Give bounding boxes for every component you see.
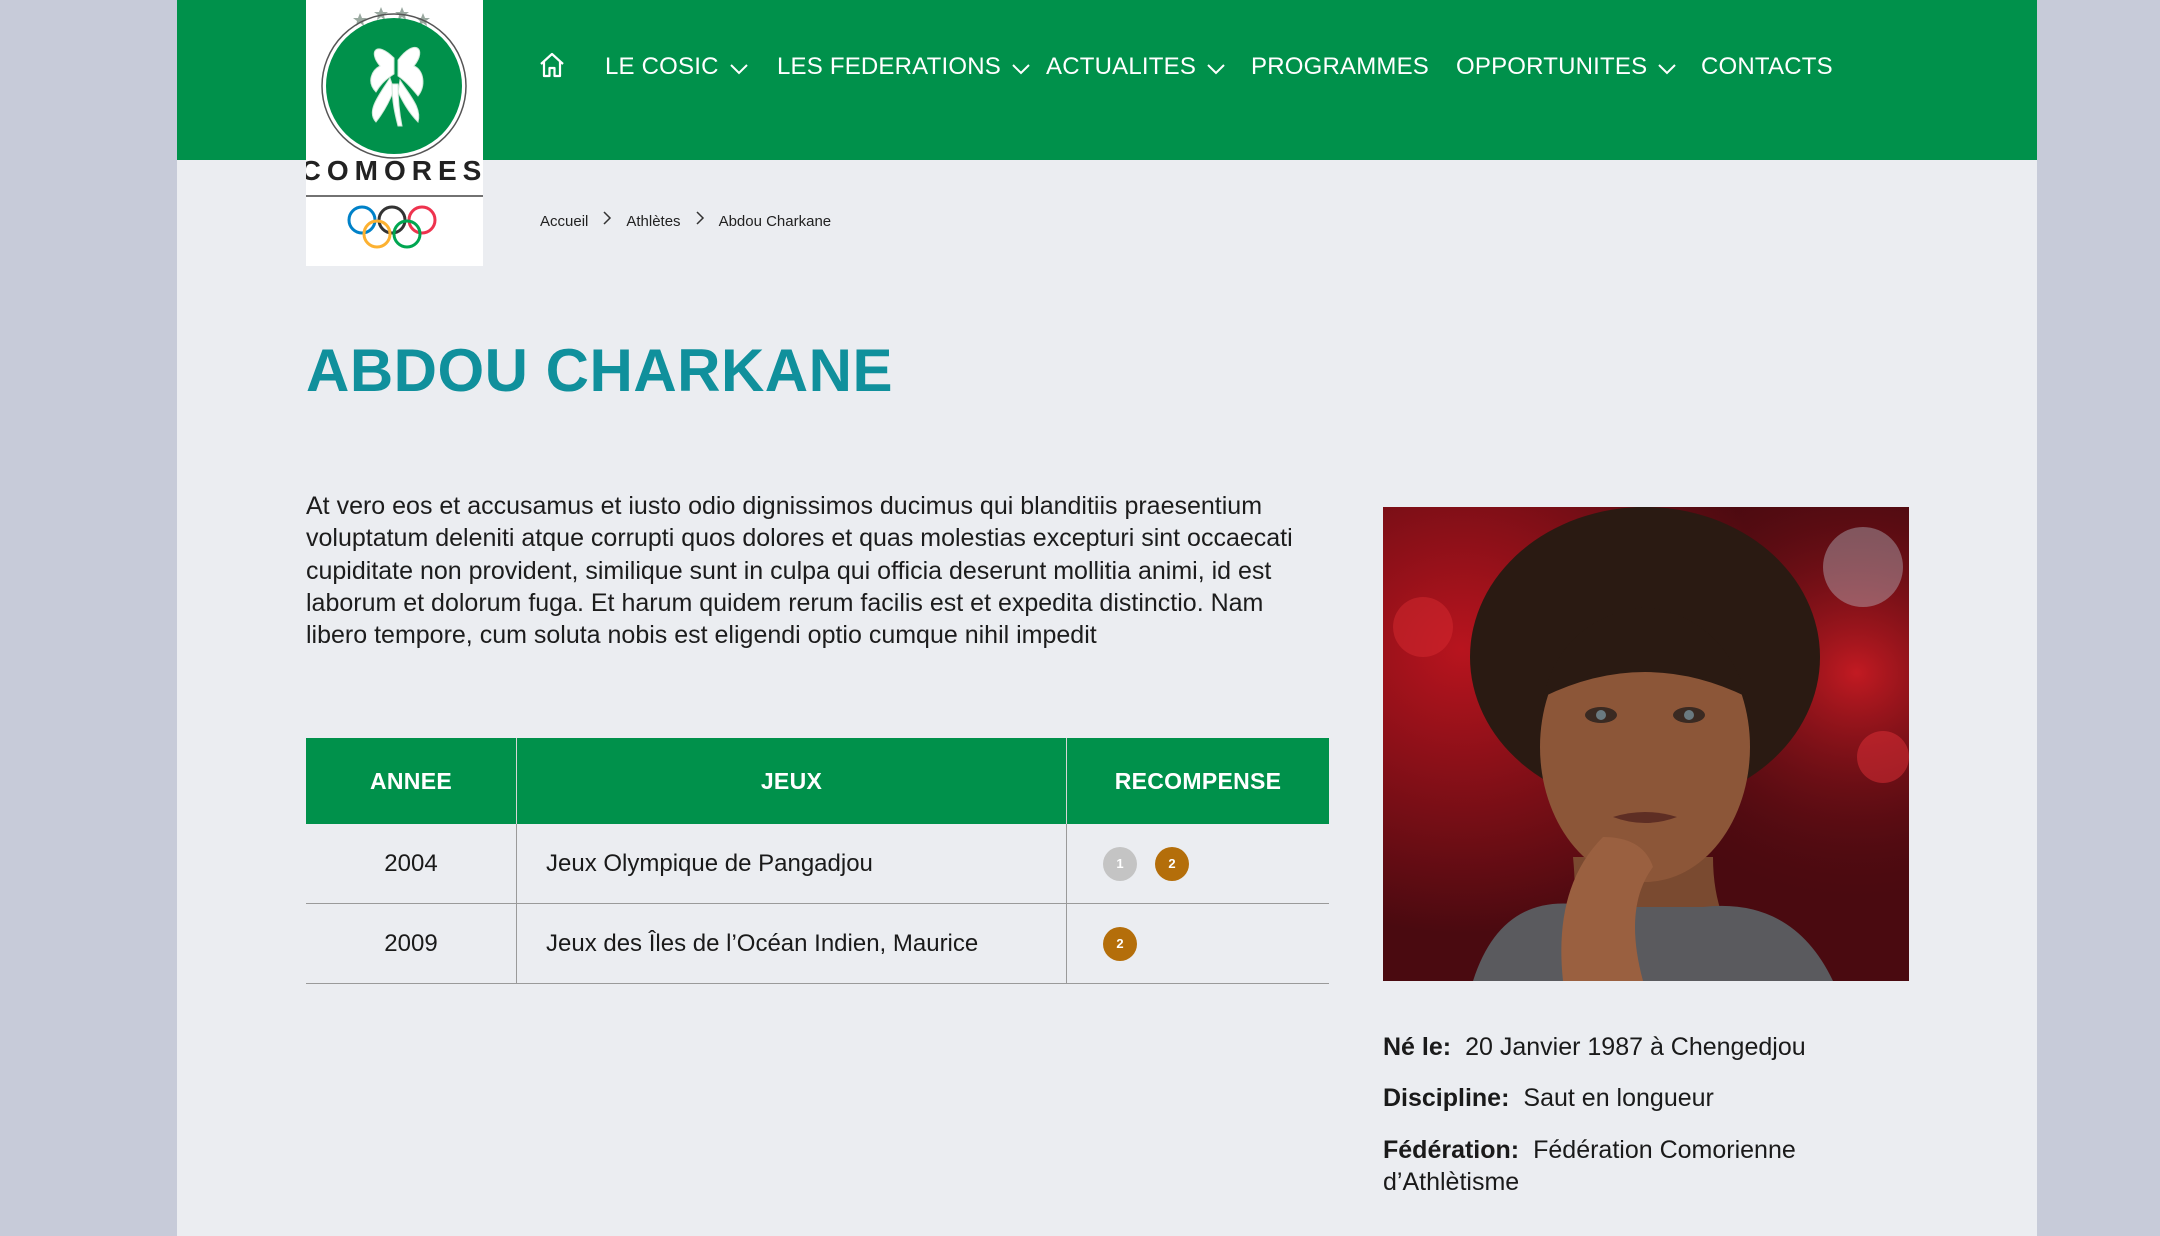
table-header-row: ANNEE JEUX RECOMPENSE	[306, 738, 1329, 824]
nav-item-label: PROGRAMMES	[1251, 53, 1430, 80]
federation-label: Fédération:	[1383, 1136, 1520, 1164]
chevron-down-icon	[1206, 51, 1226, 85]
awards-table: ANNEE JEUX RECOMPENSE 2004 Jeux Olympiqu…	[306, 738, 1329, 984]
nav-item-label: ACTUALITES	[1046, 53, 1197, 80]
nav-item-actualites[interactable]: ACTUALITES	[1046, 50, 1226, 84]
nav-item-programmes[interactable]: PROGRAMMES	[1251, 50, 1429, 84]
chevron-down-icon	[1011, 51, 1031, 85]
header-jeux: JEUX	[516, 738, 1067, 824]
table-row: 2004 Jeux Olympique de Pangadjou 12	[306, 824, 1329, 904]
page-title: ABDOU CHARKANE	[306, 337, 893, 404]
chevron-down-icon	[729, 51, 749, 85]
nav-item-label: OPPORTUNITES	[1456, 53, 1648, 80]
breadcrumb: Accueil Athlètes Abdou Charkane	[540, 210, 831, 234]
athlete-photo	[1383, 507, 1909, 981]
games-cell: Jeux Olympique de Pangadjou	[516, 824, 1067, 904]
nav-item-contacts[interactable]: CONTACTS	[1701, 50, 1833, 84]
nav-item-le-cosic[interactable]: LE COSIC	[605, 50, 749, 84]
silver-medal-badge: 1	[1103, 846, 1137, 881]
federation-info: Fédération: Fédération Comorienne d’Athlè…	[1383, 1134, 1853, 1198]
athlete-bio: At vero eos et accusamus et iusto odio d…	[306, 492, 1293, 650]
nav-item-label: LES FEDERATIONS	[777, 53, 1001, 80]
discipline-value: Saut en longueur	[1523, 1084, 1714, 1112]
chevron-down-icon	[1657, 51, 1677, 85]
nav-item-label: LE COSIC	[605, 53, 719, 80]
discipline-info: Discipline: Saut en longueur	[1383, 1082, 1853, 1114]
born-info: Né le: 20 Janvier 1987 à Chengedjou	[1383, 1031, 1853, 1063]
born-value: 20 Janvier 1987 à Chengedjou	[1465, 1033, 1806, 1061]
breadcrumb-athletes[interactable]: Athlètes	[626, 213, 680, 230]
chevron-right-icon	[602, 210, 612, 234]
chevron-right-icon	[695, 210, 705, 234]
discipline-label: Discipline:	[1383, 1084, 1510, 1112]
breadcrumb-accueil[interactable]: Accueil	[540, 213, 588, 230]
year-cell: 2009	[306, 903, 517, 984]
table-row: 2009 Jeux des Îles de l’Océan Indien, Ma…	[306, 903, 1329, 984]
breadcrumb-current: Abdou Charkane	[718, 213, 832, 230]
header-annee: ANNEE	[306, 738, 517, 824]
nav-item-label: CONTACTS	[1701, 53, 1833, 80]
cosic-logo[interactable]: COMORES	[306, 0, 483, 266]
bronze-medal-badge: 2	[1155, 846, 1189, 881]
home-icon[interactable]	[537, 50, 567, 80]
games-cell: Jeux des Îles de l’Océan Indien, Maurice	[516, 903, 1067, 984]
page: LE COSIC LES FEDERATIONS ACTUALITES PROG…	[177, 0, 2037, 1236]
bronze-medal-badge: 2	[1103, 926, 1137, 961]
nav-item-les-federations[interactable]: LES FEDERATIONS	[777, 50, 1031, 84]
nav-item-opportunites[interactable]: OPPORTUNITES	[1456, 50, 1677, 84]
born-label: Né le:	[1383, 1033, 1452, 1061]
award-cell: 2	[1066, 903, 1329, 984]
header-recompense: RECOMPENSE	[1066, 738, 1329, 824]
logo-text: COMORES	[306, 155, 483, 186]
year-cell: 2004	[306, 824, 517, 904]
olympic-rings-icon	[347, 205, 437, 249]
award-cell: 12	[1066, 824, 1329, 904]
